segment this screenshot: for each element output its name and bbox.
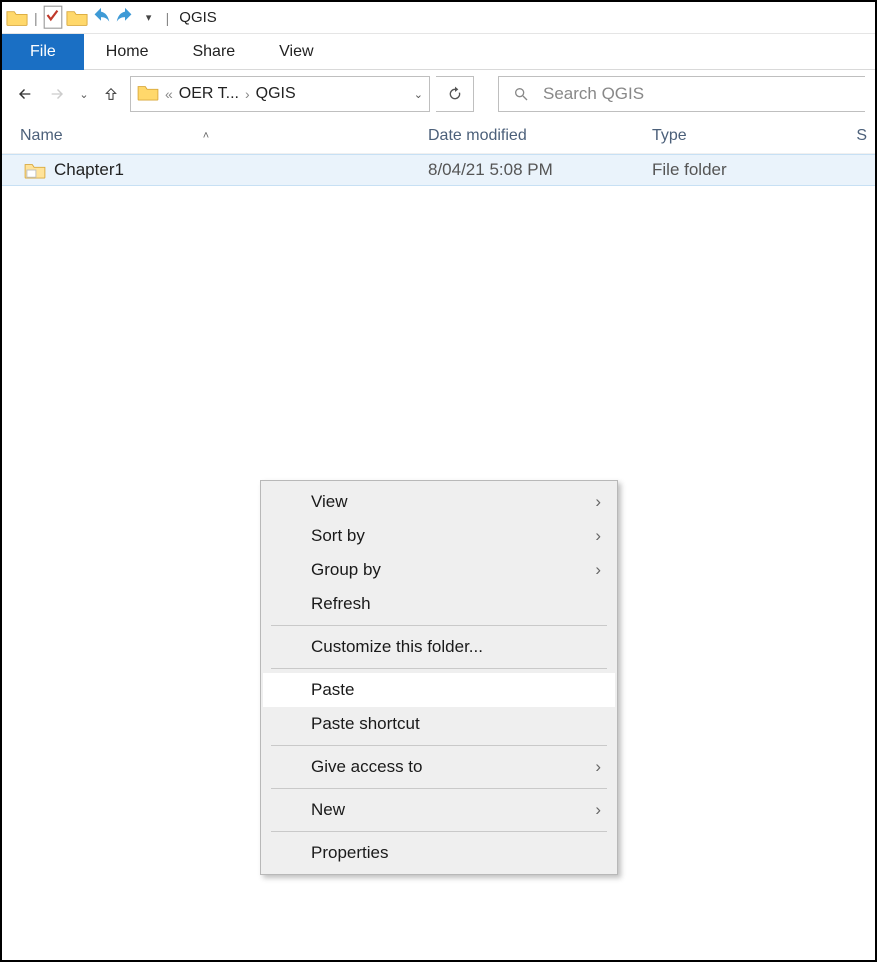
menu-sort-by[interactable]: Sort by ›: [263, 519, 615, 553]
column-headers: Name ˄ Date modified Type S: [2, 118, 875, 154]
menu-separator: [271, 745, 607, 746]
item-date: 8/04/21 5:08 PM: [428, 160, 652, 180]
menu-label: Sort by: [311, 526, 365, 546]
list-item[interactable]: Chapter1 8/04/21 5:08 PM File folder: [2, 154, 875, 186]
separator: |: [166, 10, 170, 26]
menu-paste[interactable]: Paste: [263, 673, 615, 707]
menu-label: View: [311, 492, 348, 512]
title-bar: | ▾ | QGIS: [2, 2, 875, 34]
menu-give-access-to[interactable]: Give access to ›: [263, 750, 615, 784]
search-icon: [513, 86, 529, 102]
menu-separator: [271, 668, 607, 669]
menu-properties[interactable]: Properties: [263, 836, 615, 870]
tab-view[interactable]: View: [257, 34, 335, 70]
ribbon-tabs: File Home Share View: [2, 34, 875, 70]
breadcrumb-segment[interactable]: OER T...: [179, 85, 239, 103]
properties-icon[interactable]: [42, 7, 64, 29]
chevron-right-icon: ›: [595, 757, 601, 777]
menu-separator: [271, 788, 607, 789]
folder-icon: [137, 83, 159, 106]
column-type[interactable]: Type: [652, 127, 856, 145]
menu-label: Group by: [311, 560, 381, 580]
tab-share[interactable]: Share: [170, 34, 257, 70]
undo-icon[interactable]: [90, 7, 112, 29]
chevron-right-icon: ›: [595, 492, 601, 512]
menu-label: Refresh: [311, 594, 371, 614]
column-size[interactable]: S: [856, 127, 867, 145]
window-title: QGIS: [179, 9, 217, 26]
column-name[interactable]: Name: [20, 127, 63, 145]
nav-bar: ⌄ « OER T... › QGIS ⌄ Search QGIS: [2, 70, 875, 118]
folder-icon: [6, 7, 28, 29]
menu-label: Give access to: [311, 757, 423, 777]
separator: |: [34, 10, 38, 26]
folder-icon: [24, 161, 46, 179]
menu-view[interactable]: View ›: [263, 485, 615, 519]
address-dropdown-icon[interactable]: ⌄: [414, 88, 423, 101]
sort-indicator-icon: ˄: [203, 130, 209, 142]
menu-new[interactable]: New ›: [263, 793, 615, 827]
menu-group-by[interactable]: Group by ›: [263, 553, 615, 587]
menu-refresh[interactable]: Refresh: [263, 587, 615, 621]
recent-locations-button[interactable]: ⌄: [76, 81, 92, 107]
address-bar[interactable]: « OER T... › QGIS ⌄: [130, 76, 430, 112]
menu-customize-folder[interactable]: Customize this folder...: [263, 630, 615, 664]
menu-label: Paste: [311, 680, 354, 700]
menu-label: New: [311, 800, 345, 820]
chevron-right-icon: ›: [595, 800, 601, 820]
context-menu: View › Sort by › Group by › Refresh Cust…: [260, 480, 618, 875]
menu-label: Properties: [311, 843, 388, 863]
item-type: File folder: [652, 160, 867, 180]
qat-customize-icon[interactable]: ▾: [138, 7, 160, 29]
chevron-right-icon: ›: [595, 526, 601, 546]
tab-file[interactable]: File: [2, 34, 84, 70]
breadcrumb-overflow-icon[interactable]: «: [165, 86, 173, 102]
redo-icon[interactable]: [114, 7, 136, 29]
back-button[interactable]: [12, 81, 38, 107]
chevron-right-icon[interactable]: ›: [245, 86, 250, 102]
tab-home[interactable]: Home: [84, 34, 171, 70]
menu-separator: [271, 625, 607, 626]
menu-separator: [271, 831, 607, 832]
search-input[interactable]: Search QGIS: [498, 76, 865, 112]
menu-label: Customize this folder...: [311, 637, 483, 657]
chevron-right-icon: ›: [595, 560, 601, 580]
menu-paste-shortcut[interactable]: Paste shortcut: [263, 707, 615, 741]
up-button[interactable]: [98, 81, 124, 107]
search-placeholder: Search QGIS: [543, 84, 644, 104]
forward-button[interactable]: [44, 81, 70, 107]
breadcrumb-segment[interactable]: QGIS: [256, 85, 296, 103]
item-name: Chapter1: [54, 160, 124, 180]
column-date-modified[interactable]: Date modified: [428, 127, 652, 145]
menu-label: Paste shortcut: [311, 714, 420, 734]
refresh-button[interactable]: [436, 76, 474, 112]
new-folder-icon[interactable]: [66, 7, 88, 29]
